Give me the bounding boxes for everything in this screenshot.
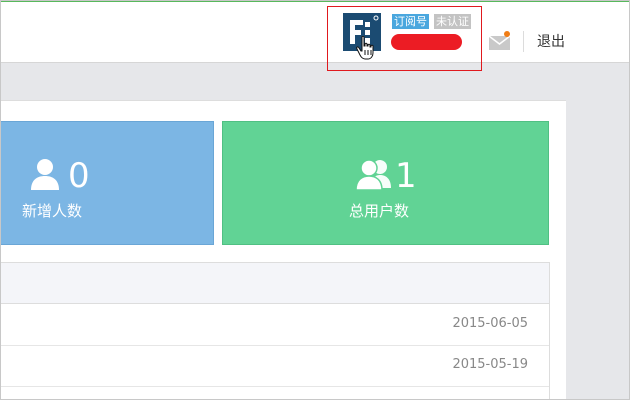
top-header [0,0,630,63]
mail-icon[interactable] [488,35,511,50]
logout-link[interactable]: 退出 [537,33,565,51]
user-icon [30,158,60,194]
table-header [0,263,549,304]
row-date: 2015-05-19 [452,357,528,372]
users-icon [355,158,392,194]
total-users-label: 总用户数 [349,202,410,220]
table-row: 2015-05-19 [0,345,549,387]
account-highlight-box [327,6,482,71]
row-date: 2015-06-05 [452,316,528,331]
stat-card-new-users: 0 新增人数 [0,121,214,245]
stat-card-total-users: 1 总用户数 [222,121,549,245]
total-users-count: 1 [395,156,417,196]
new-users-count: 0 [68,156,90,196]
hand-pointer-icon [356,35,376,60]
header-divider [523,31,524,52]
table-row: 2015-06-05 [0,304,549,346]
new-users-label: 新增人数 [22,202,83,220]
data-table: 2015-06-05 2015-05-19 [0,262,550,400]
notification-dot [504,31,510,37]
